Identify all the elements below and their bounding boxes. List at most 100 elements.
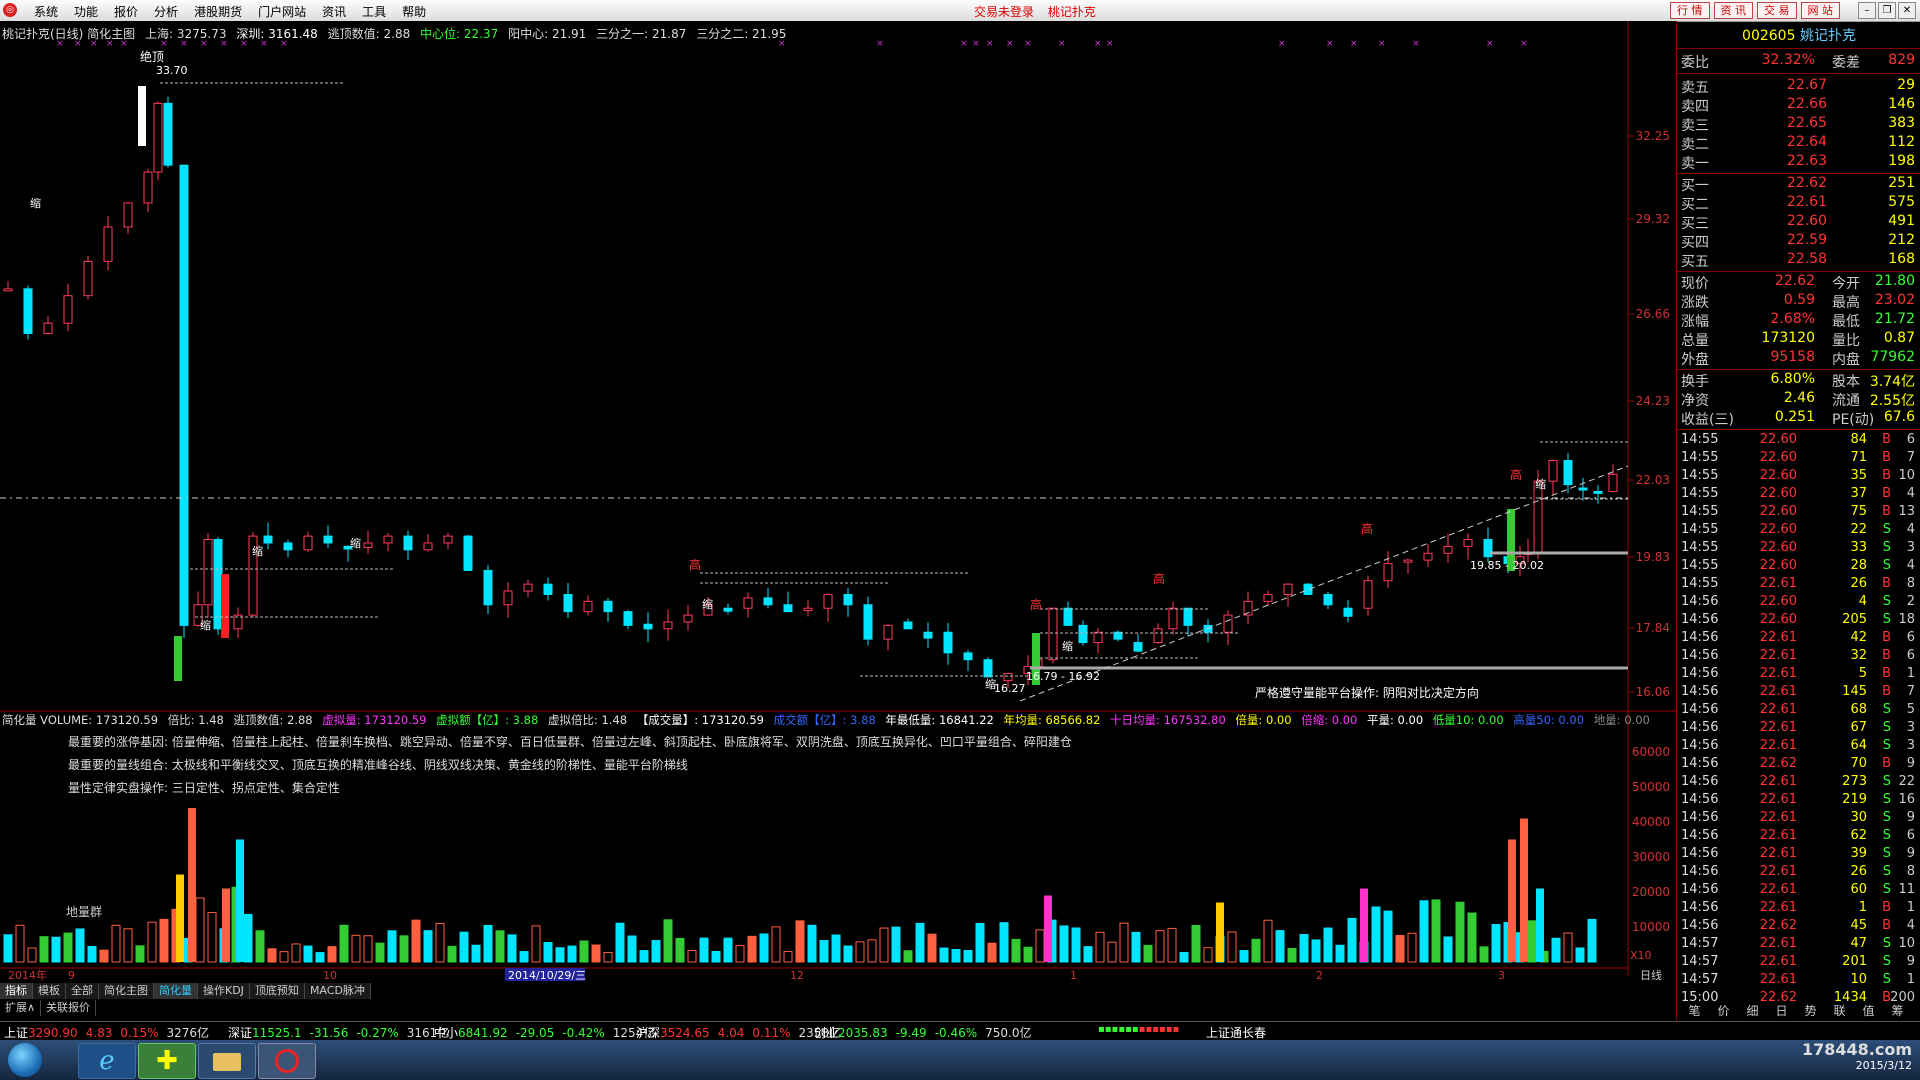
candle-body [583,600,593,613]
tick-row: 14:55 22.60 84 B 6 [1681,432,1917,450]
tick-count: 11 [1898,882,1915,897]
index-name: 中小 [434,1026,459,1040]
tick-row: 14:56 22.60 4 S 2 [1681,594,1917,612]
stock-app-icon[interactable] [258,1043,316,1079]
buy-row-3[interactable]: 买三 22.60 491 [1681,213,1917,232]
kline-chart[interactable]: 32.25 29.32 26.66 24.23 22.03 19.83 17.84 16.06… [0,21,1676,981]
tick-vol: 75 [1850,504,1867,519]
indicator-tab-3[interactable]: 简化主图 [99,983,154,999]
sell-price: 22.66 [1786,96,1827,112]
candle-body [1063,607,1073,626]
sell-row-4[interactable]: 卖四 22.66 146 [1681,96,1917,115]
sell-row-3[interactable]: 卖三 22.65 383 [1681,115,1917,134]
tick-price: 22.61 [1759,828,1797,843]
indicator-tab-5[interactable]: 操作KDJ [198,983,250,999]
menu-item-6[interactable]: 资讯 [314,3,354,20]
volume-bar [363,935,373,963]
panel-tab-7[interactable]: 筹 [1883,1002,1912,1019]
buy-row-2[interactable]: 买二 22.61 575 [1681,194,1917,213]
top-button-1[interactable]: 资 讯 [1713,2,1753,19]
buy-vol: 168 [1888,251,1915,267]
indicator-tab-4[interactable]: 简化量 [154,983,198,999]
top-button-0[interactable]: 行 情 [1670,2,1710,19]
menu-item-3[interactable]: 分析 [146,3,186,20]
stock-code: 002605 [1742,28,1796,44]
close-icon[interactable]: ✕ [1898,2,1916,19]
menu-item-2[interactable]: 报价 [106,3,146,20]
plus-app-icon[interactable]: ✚ [138,1043,196,1079]
extra-tab-0[interactable]: 扩展∧ [0,1000,42,1016]
index-zx[interactable]: 中小6841.92 -29.05 -0.42% 1254亿 [434,1024,655,1041]
volume-bar [507,934,517,963]
sell-label: 卖五 [1681,80,1709,96]
panel-tab-4[interactable]: 势 [1796,1002,1825,1019]
sell-row-2[interactable]: 卖二 22.64 112 [1681,134,1917,153]
menu-item-7[interactable]: 工具 [354,3,394,20]
stat-label2: 最低 [1832,314,1860,330]
vol-ping: 平量: 0.00 [1367,713,1424,727]
panel-tab-5[interactable]: 联 [1825,1002,1854,1019]
sell-row-5[interactable]: 卖五 22.67 29 [1681,77,1917,96]
start-button-icon[interactable] [8,1043,42,1077]
panel-tab-2[interactable]: 细 [1738,1002,1767,1019]
index-hs[interactable]: 沪深3524.65 4.04 0.11% 2358亿 [636,1024,841,1041]
volume-bar [699,937,709,963]
tick-side: B [1882,900,1891,915]
menu-item-5[interactable]: 门户网站 [250,3,314,20]
volume-bar [963,950,973,963]
indicator-tab-7[interactable]: MACD脉冲 [304,983,371,999]
index-name: 上证 [4,1026,29,1040]
ie-icon[interactable]: ℯ [78,1043,136,1079]
indicator-tab-0[interactable]: 指标 [0,983,33,999]
tick-side: B [1882,630,1891,645]
panel-tab-6[interactable]: 值 [1854,1002,1883,1019]
sell-label: 卖一 [1681,156,1709,172]
tick-count: 7 [1906,450,1915,465]
index-name: 沪深 [636,1026,661,1040]
trade-status[interactable]: 交易未登录 [974,5,1034,19]
indicator-tab-6[interactable]: 顶底预知 [249,983,305,999]
volume-bar [879,927,889,963]
sell-row-1[interactable]: 卖一 22.63 198 [1681,153,1917,172]
volume-bar [1431,899,1441,963]
buy-price: 22.62 [1786,175,1827,191]
tick-count: 5 [1906,702,1915,717]
index-sh[interactable]: 上证3290.90 4.83 0.15% 3276亿 [4,1024,209,1041]
extra-tab-1[interactable]: 关联报价 [41,1000,97,1016]
buy-row-1[interactable]: 买一 22.62 251 [1681,175,1917,194]
menu-item-8[interactable]: 帮助 [394,3,434,20]
tick-price: 22.61 [1759,882,1797,897]
buy-label: 买二 [1681,197,1709,213]
index-change: -29.05 [515,1026,555,1040]
folder-icon[interactable] [198,1043,256,1079]
sell-vol: 198 [1888,153,1915,169]
candle-body [383,535,393,544]
minimize-icon[interactable]: – [1858,2,1876,19]
volume-bar [651,940,661,963]
restore-icon[interactable]: ❐ [1878,2,1896,19]
menu-item-4[interactable]: 港股期货 [186,3,250,20]
panel-tab-3[interactable]: 日 [1767,1002,1796,1019]
buy-price: 22.60 [1786,213,1827,229]
tick-count: 10 [1898,936,1915,951]
top-button-2[interactable]: 交 易 [1757,2,1797,19]
index-cy[interactable]: 创业2035.83 -9.49 -0.46% 750.0亿 [814,1024,1032,1041]
volume-bar [459,931,469,963]
app-logo-icon[interactable]: ◎ [3,3,17,17]
indicator-tab-1[interactable]: 模板 [33,983,66,999]
tick-price: 22.60 [1759,612,1797,627]
menu-item-0[interactable]: 系统 [26,3,66,20]
volume-bar [1443,936,1453,963]
buy-row-4[interactable]: 买四 22.59 212 [1681,232,1917,251]
index-sz[interactable]: 深证11525.1 -31.56 -0.27% 3161亿 [228,1024,449,1041]
buy-row-5[interactable]: 买五 22.58 168 [1681,251,1917,270]
indicator-tab-2[interactable]: 全部 [66,983,99,999]
top-button-3[interactable]: 网 站 [1800,2,1840,19]
tick-price: 22.61 [1759,720,1797,735]
weibi-value: 32.32% [1761,52,1815,68]
volume-bar [819,939,829,963]
panel-tab-0[interactable]: 笔 [1680,1002,1709,1019]
panel-tab-1[interactable]: 价 [1709,1002,1738,1019]
menu-item-1[interactable]: 功能 [66,3,106,20]
tick-side: S [1882,846,1891,861]
